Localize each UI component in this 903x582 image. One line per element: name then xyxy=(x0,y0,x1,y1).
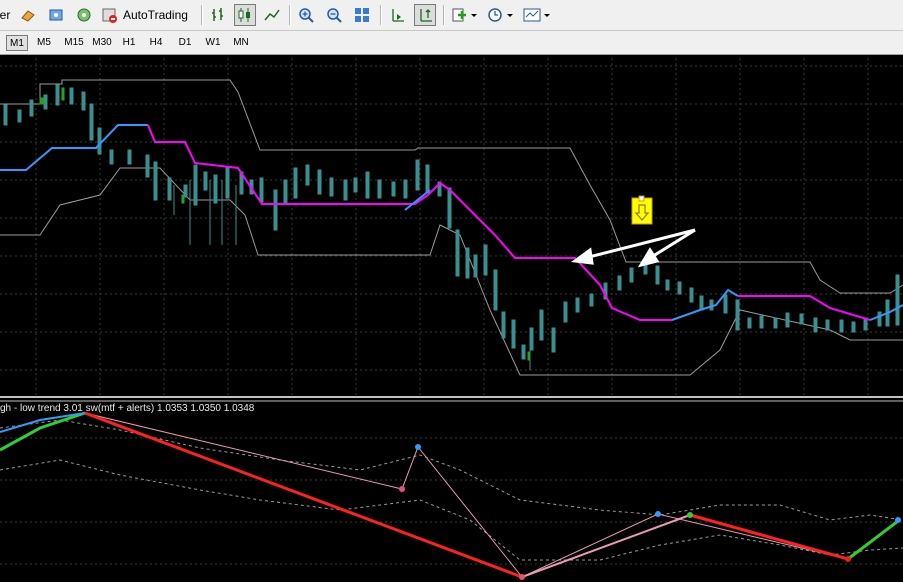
expert-icon[interactable] xyxy=(17,4,39,26)
tile-icon[interactable] xyxy=(351,4,373,26)
baseline-blue-1 xyxy=(0,124,148,171)
timeframe-d1[interactable]: D1 xyxy=(174,35,196,51)
periods-icon[interactable] xyxy=(485,4,515,26)
autotrading-button[interactable]: AutoTrading xyxy=(100,4,194,26)
timeframe-m15[interactable]: M15 xyxy=(60,35,88,51)
shift-icon[interactable] xyxy=(414,4,436,26)
main-toolbar: er AutoTrading xyxy=(0,0,903,31)
indicators-icon[interactable] xyxy=(449,4,479,26)
chart-canvas[interactable] xyxy=(0,55,903,582)
timeframe-bar: M1 M5 M15 M30 H1 H4 D1 W1 MN xyxy=(0,31,903,55)
line-chart-icon[interactable] xyxy=(261,4,283,26)
baseline-blue-2 xyxy=(404,189,739,321)
swing-line-thin xyxy=(84,412,901,578)
bar-chart-icon[interactable] xyxy=(207,4,229,26)
zoom-in-icon[interactable] xyxy=(295,4,317,26)
zigzag-green-2 xyxy=(847,519,899,561)
timeframe-m5[interactable]: M5 xyxy=(33,35,55,51)
autotrading-icon xyxy=(102,8,117,23)
autotrading-label: AutoTrading xyxy=(123,8,188,22)
indicator-label: gh - low trend 3.01 sw(mtf + alerts) 1.0… xyxy=(0,403,255,414)
baseline-magenta-1 xyxy=(147,124,672,321)
channel-upper-line xyxy=(0,79,903,294)
zigzag-pink-1 xyxy=(521,514,691,578)
signal-icon[interactable] xyxy=(73,4,95,26)
templates-icon[interactable] xyxy=(521,4,553,26)
timeframe-mn[interactable]: MN xyxy=(229,35,253,51)
zoom-out-icon[interactable] xyxy=(323,4,345,26)
candlesticks xyxy=(3,84,900,360)
timeframe-h1[interactable]: H1 xyxy=(118,35,140,51)
sub-grid xyxy=(0,437,903,565)
timeframe-h4[interactable]: H4 xyxy=(145,35,167,51)
timeframe-m30[interactable]: M30 xyxy=(88,35,116,51)
annotation-arrows xyxy=(571,228,696,268)
sub-band-lower xyxy=(0,459,903,561)
toolbar-partial-label[interactable]: er xyxy=(0,4,10,26)
zigzag-green-1 xyxy=(0,411,86,452)
zigzag-red-2 xyxy=(689,513,849,561)
candlestick-icon[interactable] xyxy=(234,4,256,26)
scroll-icon[interactable] xyxy=(386,4,408,26)
sell-signal-icon[interactable] xyxy=(631,195,653,225)
navigator-icon[interactable] xyxy=(45,4,67,26)
sub-band-upper xyxy=(0,419,903,521)
timeframe-w1[interactable]: W1 xyxy=(202,35,224,51)
timeframe-m1[interactable]: M1 xyxy=(6,35,28,51)
